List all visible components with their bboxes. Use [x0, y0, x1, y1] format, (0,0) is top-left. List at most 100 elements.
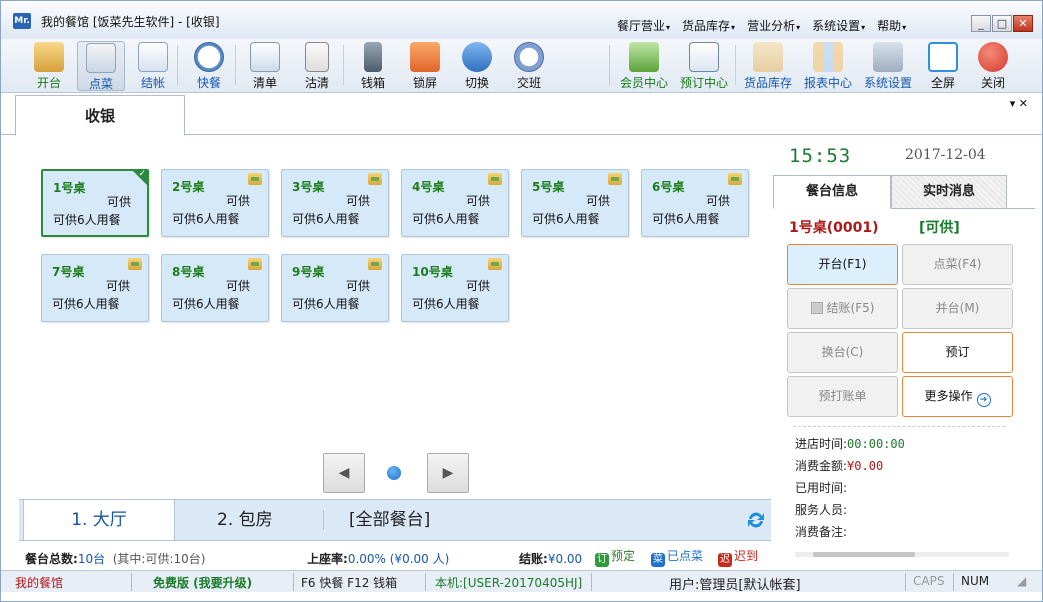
checkout-action-button[interactable]: 结账(F5) — [787, 288, 898, 329]
document-tabs: 收银 ▾ ✕ — [1, 93, 1042, 136]
open-table-action-button[interactable]: 开台(F1) — [787, 244, 898, 285]
table-capacity: 可供6人用餐 — [532, 212, 600, 226]
calculator-icon — [810, 302, 823, 314]
table-status: 可供 — [466, 194, 491, 208]
switch-user-icon — [462, 42, 492, 72]
table-status: 可供 — [346, 279, 371, 293]
table-card[interactable]: 7号桌 可供 可供6人用餐 — [41, 254, 149, 322]
window-title: 我的餐馆 [饭菜先生软件] - [收银] — [41, 15, 220, 29]
arrow-right-icon: ➔ — [976, 393, 991, 407]
cashbox-button[interactable]: 钱箱 — [349, 41, 397, 91]
preprint-bill-button[interactable]: 预打账单 — [787, 376, 898, 417]
app-logo-icon: Mr. — [13, 13, 31, 29]
table-card[interactable]: 9号桌 可供 可供6人用餐 — [281, 254, 389, 322]
switch-user-button[interactable]: 切换 — [453, 41, 501, 91]
more-actions-button[interactable]: 更多操作 ➔ — [902, 376, 1013, 417]
change-table-button[interactable]: 换台(C) — [787, 332, 898, 373]
area-tab-hall[interactable]: 1. 大厅 — [23, 500, 175, 540]
table-status: 可供 — [466, 279, 491, 293]
table-card[interactable]: 3号桌 可供 可供6人用餐 — [281, 169, 389, 237]
list-button[interactable]: 清单 — [241, 41, 289, 91]
checkout-button[interactable]: 结帐 — [129, 41, 177, 91]
info-waiter: 服务人员: — [795, 503, 848, 517]
tab-controls[interactable]: ▾ ✕ — [1010, 97, 1028, 110]
selected-table-status: [可供] — [919, 220, 960, 236]
tab-table-info[interactable]: 餐台信息 — [773, 175, 891, 209]
system-settings-button[interactable]: 系统设置 — [859, 41, 917, 91]
minimize-button[interactable]: _ — [971, 15, 991, 32]
soldout-button[interactable]: 沽清 — [293, 41, 341, 91]
close-window-button[interactable]: ✕ — [1013, 15, 1033, 32]
check-icon: ✓ — [138, 169, 146, 179]
menu-inventory[interactable]: 货品库存▾ — [676, 15, 741, 36]
status-bar: 我的餐馆 免费版 (我要升级) F6 快餐 F12 钱箱 本机:[USER-20… — [1, 570, 1042, 593]
inventory-button[interactable]: 货品库存 — [739, 41, 797, 91]
fullscreen-button[interactable]: 全屏 — [919, 41, 967, 91]
menu-restaurant[interactable]: 餐厅营业▾ — [611, 15, 676, 36]
chevron-down-icon: ▾ — [902, 23, 907, 32]
prev-page-button[interactable]: ◀ — [323, 453, 365, 493]
status-separator — [425, 573, 426, 591]
order-action-button[interactable]: 点菜(F4) — [902, 244, 1013, 285]
report-center-button[interactable]: 报表中心 — [799, 41, 857, 91]
status-machine: 本机:[USER-20170405HJ] — [435, 576, 583, 590]
toolbar-separator — [343, 45, 344, 85]
table-card[interactable]: 4号桌 可供 可供6人用餐 — [401, 169, 509, 237]
stats-line: 餐台总数:10台 (其中:可供:10台) 上座率:0.00% (¥0.00 人)… — [25, 549, 775, 568]
maximize-button[interactable]: □ — [992, 15, 1012, 32]
fastfood-button[interactable]: 快餐 — [185, 41, 233, 91]
tab-cashier[interactable]: 收银 — [15, 95, 185, 136]
table-card[interactable]: 2号桌 可供 可供6人用餐 — [161, 169, 269, 237]
status-separator — [293, 573, 294, 591]
close-app-button[interactable]: 关闭 — [969, 41, 1017, 91]
window-controls: _ □ ✕ — [971, 15, 1033, 32]
chevron-down-icon: ▾ — [796, 23, 801, 32]
table-capacity: 可供6人用餐 — [412, 212, 480, 226]
menu-bar: 餐厅营业▾ 货品库存▾ 营业分析▾ 系统设置▾ 帮助▾ — [611, 15, 912, 36]
info-elapsed: 已用时间: — [795, 481, 848, 495]
menu-help[interactable]: 帮助▾ — [871, 15, 912, 36]
order-button[interactable]: 点菜 — [77, 41, 125, 91]
reservation-center-button[interactable]: 预订中心 — [675, 41, 733, 91]
table-status-icon — [488, 258, 502, 270]
next-page-button[interactable]: ▶ — [427, 453, 469, 493]
cashbox-icon — [364, 42, 382, 72]
reservation-icon — [689, 42, 719, 72]
horizontal-scrollbar[interactable] — [795, 552, 1009, 557]
lock-screen-button[interactable]: 锁屏 — [401, 41, 449, 91]
handover-icon — [514, 42, 544, 72]
resize-grip-icon[interactable]: ◢ — [1017, 574, 1026, 588]
open-table-button[interactable]: 开台 — [25, 41, 73, 91]
member-icon — [629, 42, 659, 72]
table-card[interactable]: 1号桌 可供 可供6人用餐 ✓ — [41, 169, 149, 237]
inventory-icon — [753, 42, 783, 72]
scrollbar-thumb[interactable] — [813, 552, 915, 557]
refresh-icon[interactable] — [745, 509, 767, 531]
reserve-button[interactable]: 预订 — [902, 332, 1013, 373]
table-name: 2号桌 — [172, 180, 205, 194]
handover-button[interactable]: 交班 — [505, 41, 553, 91]
toolbar-separator — [735, 45, 736, 85]
table-capacity: 可供6人用餐 — [292, 297, 360, 311]
table-card[interactable]: 10号桌 可供 可供6人用餐 — [401, 254, 509, 322]
settled-amount: 结账:¥0.00 — [519, 552, 583, 566]
table-card[interactable]: 5号桌 可供 可供6人用餐 — [521, 169, 629, 237]
member-center-button[interactable]: 会员中心 — [615, 41, 673, 91]
table-card[interactable]: 8号桌 可供 可供6人用餐 — [161, 254, 269, 322]
tab-live-messages[interactable]: 实时消息 — [891, 175, 1007, 209]
table-status: 可供 — [226, 279, 251, 293]
table-status: 可供 — [106, 279, 131, 293]
table-card[interactable]: 6号桌 可供 可供6人用餐 — [641, 169, 749, 237]
menu-settings[interactable]: 系统设置▾ — [806, 15, 871, 36]
info-remark: 消费备注: — [795, 525, 848, 539]
menu-analysis[interactable]: 营业分析▾ — [741, 15, 806, 36]
info-checkin-time: 进店时间:00:00:00 — [795, 437, 905, 451]
upgrade-link[interactable]: 免费版 (我要升级) — [153, 574, 252, 591]
merge-table-button[interactable]: 并台(M) — [902, 288, 1013, 329]
table-status: 可供 — [107, 195, 132, 209]
table-status-icon — [248, 173, 262, 185]
area-tab-all[interactable]: [全部餐台] — [349, 500, 430, 540]
table-name: 3号桌 — [292, 180, 325, 194]
table-capacity: 可供6人用餐 — [172, 212, 240, 226]
area-tab-private-room[interactable]: 2. 包房 — [217, 500, 273, 540]
